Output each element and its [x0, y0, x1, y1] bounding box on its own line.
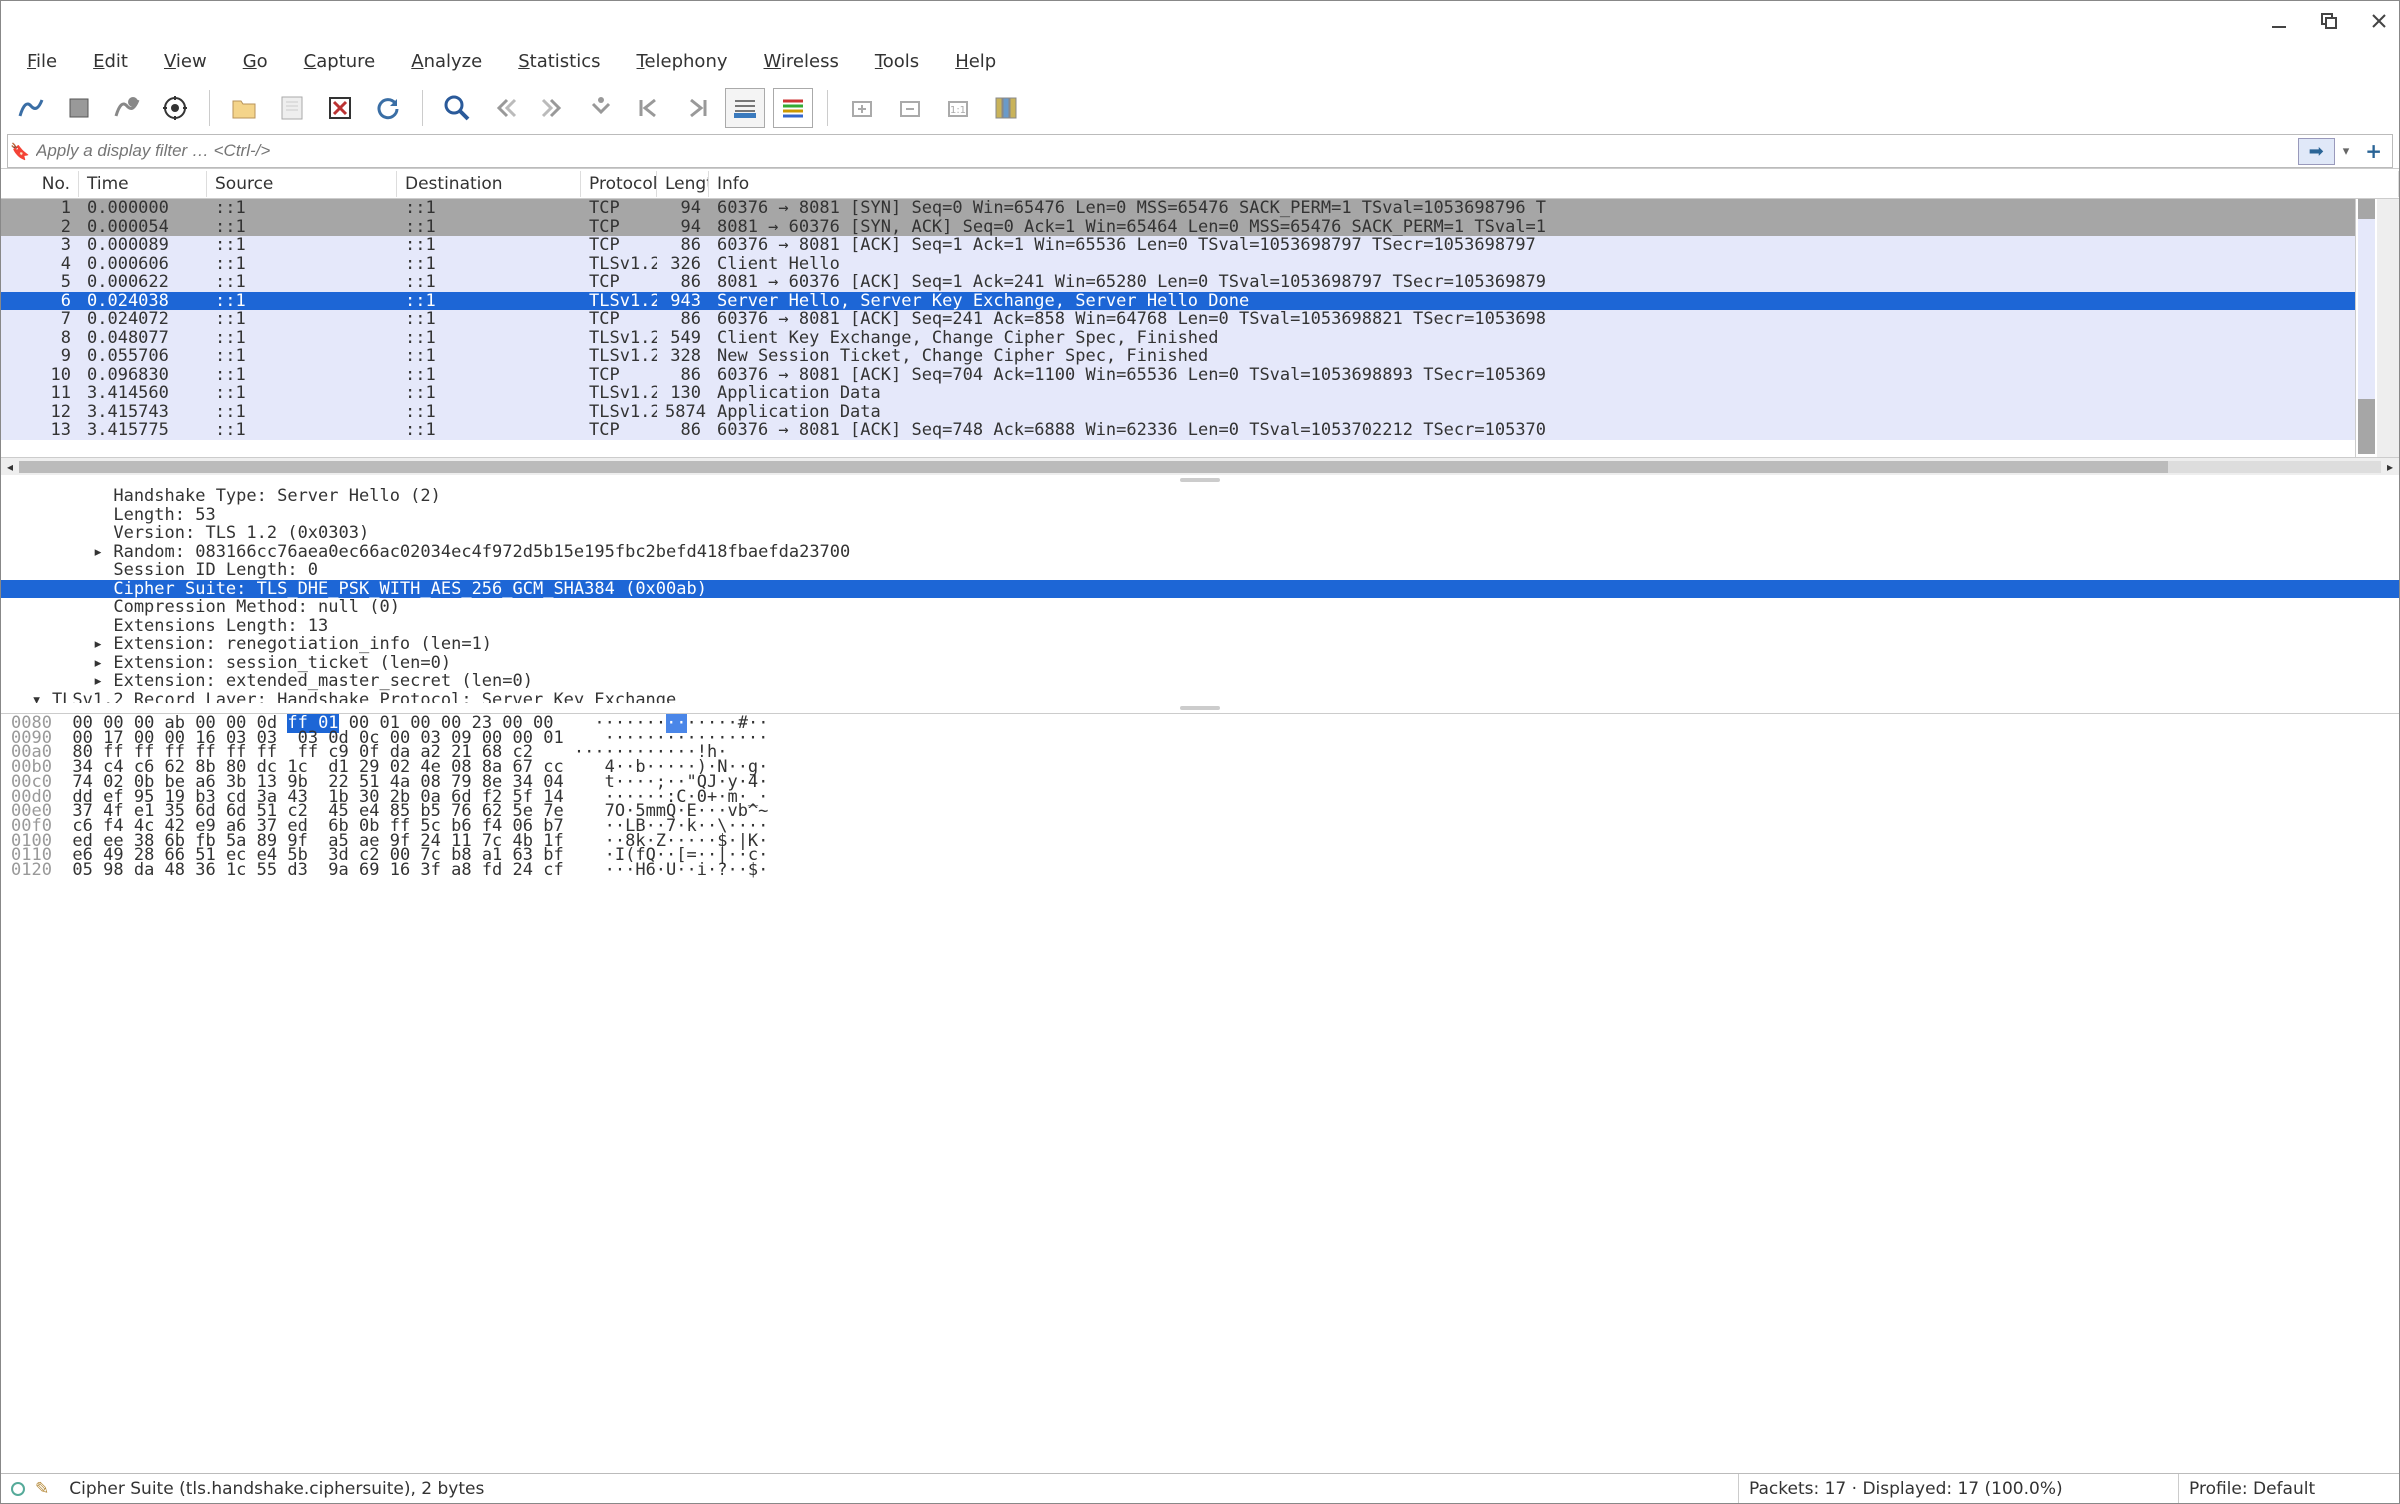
filter-dropdown-icon[interactable]: ▾ [2337, 144, 2356, 159]
add-filter-button[interactable]: + [2355, 139, 2392, 163]
apply-filter-button[interactable]: ➡ [2298, 138, 2335, 165]
go-back-icon[interactable] [485, 88, 525, 128]
go-last-icon[interactable] [677, 88, 717, 128]
column-header-source[interactable]: Source [207, 171, 397, 197]
packet-row[interactable]: 90.055706::1::1TLSv1.2328New Session Tic… [1, 347, 2399, 366]
menu-help[interactable]: Help [937, 45, 1014, 78]
zoom-reset-icon[interactable]: 1:1 [938, 88, 978, 128]
display-filter-bar: 🔖 ➡ ▾ + [7, 134, 2393, 168]
packet-row[interactable]: 40.000606::1::1TLSv1.2326Client Hello [1, 255, 2399, 274]
maximize-button[interactable] [2319, 11, 2339, 31]
column-header-destination[interactable]: Destination [397, 171, 581, 197]
menu-tools[interactable]: Tools [857, 45, 937, 78]
menu-file[interactable]: File [9, 45, 75, 78]
detail-row[interactable]: Version: TLS 1.2 (0x0303) [1, 524, 2399, 543]
packet-row[interactable]: 100.096830::1::1TCP8660376 → 8081 [ACK] … [1, 366, 2399, 385]
bookmark-icon[interactable]: 🔖 [8, 142, 32, 161]
splitter-1[interactable] [1, 475, 2399, 485]
packet-list-hscroll[interactable]: ◂▸ [1, 457, 2399, 475]
titlebar [1, 1, 2399, 41]
minimize-button[interactable] [2269, 11, 2289, 31]
main-window: FileEditViewGoCaptureAnalyzeStatisticsTe… [0, 0, 2400, 1504]
toolbar: 1:1 [1, 82, 2399, 134]
detail-row[interactable]: Session ID Length: 0 [1, 561, 2399, 580]
menu-wireless[interactable]: Wireless [746, 45, 857, 78]
go-to-packet-icon[interactable] [581, 88, 621, 128]
detail-row[interactable]: ▸ Extension: extended_master_secret (len… [1, 672, 2399, 691]
packet-list-vscroll[interactable] [2377, 199, 2399, 457]
packet-list-body[interactable]: 10.000000::1::1TCP9460376 → 8081 [SYN] S… [1, 199, 2399, 457]
hex-row[interactable]: 0120 05 98 da 48 36 1c 55 d3 9a 69 16 3f… [11, 863, 2389, 878]
menu-analyze[interactable]: Analyze [393, 45, 500, 78]
packet-row[interactable]: 123.415743::1::1TLSv1.25874Application D… [1, 403, 2399, 422]
packet-row[interactable]: 133.415775::1::1TCP8660376 → 8081 [ACK] … [1, 421, 2399, 440]
menu-telephony[interactable]: Telephony [619, 45, 746, 78]
statusbar: ✎ Cipher Suite (tls.handshake.ciphersuit… [1, 1473, 2399, 1503]
colorize-icon[interactable] [773, 88, 813, 128]
menu-view[interactable]: View [146, 45, 225, 78]
expert-info-icon[interactable] [11, 1482, 25, 1496]
detail-row[interactable]: ▾ TLSv1.2 Record Layer: Handshake Protoc… [1, 691, 2399, 704]
packet-row[interactable]: 30.000089::1::1TCP8660376 → 8081 [ACK] S… [1, 236, 2399, 255]
packet-row[interactable]: 80.048077::1::1TLSv1.2549Client Key Exch… [1, 329, 2399, 348]
capture-options-icon[interactable] [155, 88, 195, 128]
detail-row[interactable]: ▸ Random: 083166cc76aea0ec66ac02034ec4f9… [1, 543, 2399, 562]
go-forward-icon[interactable] [533, 88, 573, 128]
menu-capture[interactable]: Capture [286, 45, 394, 78]
packet-row[interactable]: 70.024072::1::1TCP8660376 → 8081 [ACK] S… [1, 310, 2399, 329]
auto-scroll-icon[interactable] [725, 88, 765, 128]
edit-icon[interactable]: ✎ [35, 1479, 49, 1499]
column-header-no[interactable]: No. [1, 171, 79, 197]
close-file-icon[interactable] [320, 88, 360, 128]
status-profile[interactable]: Profile: Default [2179, 1474, 2399, 1503]
detail-row[interactable]: Cipher Suite: TLS_DHE_PSK_WITH_AES_256_G… [1, 580, 2399, 599]
close-button[interactable] [2369, 11, 2389, 31]
splitter-2[interactable] [1, 703, 2399, 713]
packet-row[interactable]: 10.000000::1::1TCP9460376 → 8081 [SYN] S… [1, 199, 2399, 218]
save-file-icon[interactable] [272, 88, 312, 128]
start-capture-icon[interactable] [11, 88, 51, 128]
detail-row[interactable]: Length: 53 [1, 506, 2399, 525]
detail-row[interactable]: Compression Method: null (0) [1, 598, 2399, 617]
stop-capture-icon[interactable] [59, 88, 99, 128]
zoom-in-icon[interactable] [842, 88, 882, 128]
detail-row[interactable]: Extensions Length: 13 [1, 617, 2399, 636]
status-packets: Packets: 17 · Displayed: 17 (100.0%) [1739, 1474, 2179, 1503]
reload-icon[interactable] [368, 88, 408, 128]
packet-details-pane[interactable]: Handshake Type: Server Hello (2) Length:… [1, 485, 2399, 703]
display-filter-input[interactable] [32, 137, 2296, 165]
detail-row[interactable]: ▸ Extension: session_ticket (len=0) [1, 654, 2399, 673]
status-field: Cipher Suite (tls.handshake.ciphersuite)… [59, 1474, 1739, 1503]
menu-go[interactable]: Go [225, 45, 286, 78]
zoom-out-icon[interactable] [890, 88, 930, 128]
open-file-icon[interactable] [224, 88, 264, 128]
packet-row[interactable]: 60.024038::1::1TLSv1.2943Server Hello, S… [1, 292, 2399, 311]
packet-row[interactable]: 113.414560::1::1TLSv1.2130Application Da… [1, 384, 2399, 403]
menu-statistics[interactable]: Statistics [500, 45, 618, 78]
packet-list-pane: No. Time Source Destination Protocol Len… [1, 168, 2399, 475]
column-header-time[interactable]: Time [79, 171, 207, 197]
detail-row[interactable]: ▸ Extension: renegotiation_info (len=1) [1, 635, 2399, 654]
packet-minimap[interactable] [2355, 199, 2377, 457]
column-header-info[interactable]: Info [709, 171, 2399, 197]
detail-row[interactable]: Handshake Type: Server Hello (2) [1, 487, 2399, 506]
packet-row[interactable]: 50.000622::1::1TCP868081 → 60376 [ACK] S… [1, 273, 2399, 292]
packet-list-header: No. Time Source Destination Protocol Len… [1, 169, 2399, 199]
menu-edit[interactable]: Edit [75, 45, 146, 78]
packet-bytes-pane[interactable]: 0080 00 00 00 ab 00 00 0d ff 01 00 01 00… [1, 713, 2399, 1473]
column-header-length[interactable]: Length [657, 171, 709, 197]
column-header-protocol[interactable]: Protocol [581, 171, 657, 197]
menubar: FileEditViewGoCaptureAnalyzeStatisticsTe… [1, 41, 2399, 82]
find-icon[interactable] [437, 88, 477, 128]
packet-row[interactable]: 20.000054::1::1TCP948081 → 60376 [SYN, A… [1, 218, 2399, 237]
svg-text:1:1: 1:1 [950, 105, 966, 116]
go-first-icon[interactable] [629, 88, 669, 128]
resize-columns-icon[interactable] [986, 88, 1026, 128]
restart-capture-icon[interactable] [107, 88, 147, 128]
